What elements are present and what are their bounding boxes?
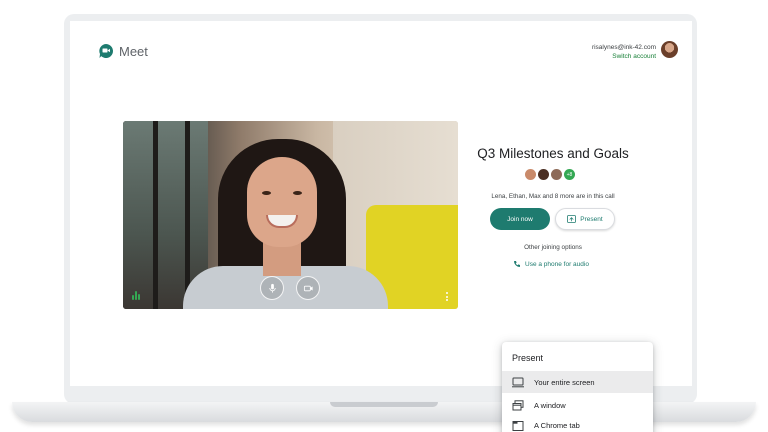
present-label: Present	[580, 215, 603, 223]
monitor-icon	[512, 377, 524, 387]
camera-icon	[303, 285, 313, 291]
person-eye	[293, 191, 302, 195]
participant-avatar	[551, 169, 562, 180]
phone-audio-label: Use a phone for audio	[525, 260, 589, 268]
camera-toggle-button[interactable]	[296, 276, 320, 300]
participant-avatars: +8	[525, 169, 575, 180]
participant-avatar	[538, 169, 549, 180]
account-email: risalynes@ink-42.com	[591, 44, 656, 51]
account-info: risalynes@ink-42.com Switch account	[592, 43, 656, 62]
window-frame	[153, 121, 158, 309]
in-call-text: Lena, Ethan, Max and 8 more are in this …	[491, 193, 615, 200]
menu-item-chrome-tab[interactable]: A Chrome tab	[502, 414, 653, 432]
menu-item-label: A Chrome tab	[534, 420, 580, 430]
switch-account-link[interactable]: Switch account	[592, 52, 656, 62]
microphone-icon	[268, 283, 276, 293]
join-now-label: Join now	[507, 215, 533, 223]
menu-item-window[interactable]: A window	[502, 394, 653, 416]
present-menu: Present Your entire screen A window A Ch…	[502, 342, 653, 432]
window-frame	[185, 121, 190, 309]
present-icon	[567, 215, 577, 223]
more-participants-badge: +8	[564, 169, 575, 180]
meet-logo-icon	[99, 44, 113, 58]
more-options-icon[interactable]	[446, 292, 448, 303]
person-smile	[266, 215, 298, 228]
microphone-toggle-button[interactable]	[260, 276, 284, 300]
present-menu-title: Present	[512, 353, 544, 363]
phone-audio-link[interactable]: Use a phone for audio	[513, 260, 589, 268]
phone-icon	[513, 261, 520, 268]
window-icon	[512, 399, 524, 410]
laptop-notch	[330, 402, 438, 407]
menu-item-entire-screen[interactable]: Your entire screen	[502, 371, 653, 393]
menu-item-label: A window	[534, 400, 566, 410]
meeting-title: Q3 Milestones and Goals	[477, 146, 629, 161]
tab-icon	[512, 420, 524, 431]
person-face	[247, 157, 317, 247]
meet-screen: Meet risalynes@ink-42.com Switch account	[70, 21, 692, 386]
menu-item-label: Your entire screen	[534, 377, 595, 387]
join-now-button[interactable]: Join now	[490, 208, 550, 230]
audio-level-indicator	[132, 291, 140, 300]
person-eye	[262, 191, 271, 195]
video-preview	[123, 121, 458, 309]
present-button[interactable]: Present	[555, 208, 615, 230]
user-avatar[interactable]	[661, 41, 678, 58]
app-name: Meet	[119, 43, 148, 59]
participant-avatar	[525, 169, 536, 180]
other-joining-options: Other joining options	[524, 244, 582, 251]
meet-logo[interactable]: Meet	[98, 43, 148, 59]
